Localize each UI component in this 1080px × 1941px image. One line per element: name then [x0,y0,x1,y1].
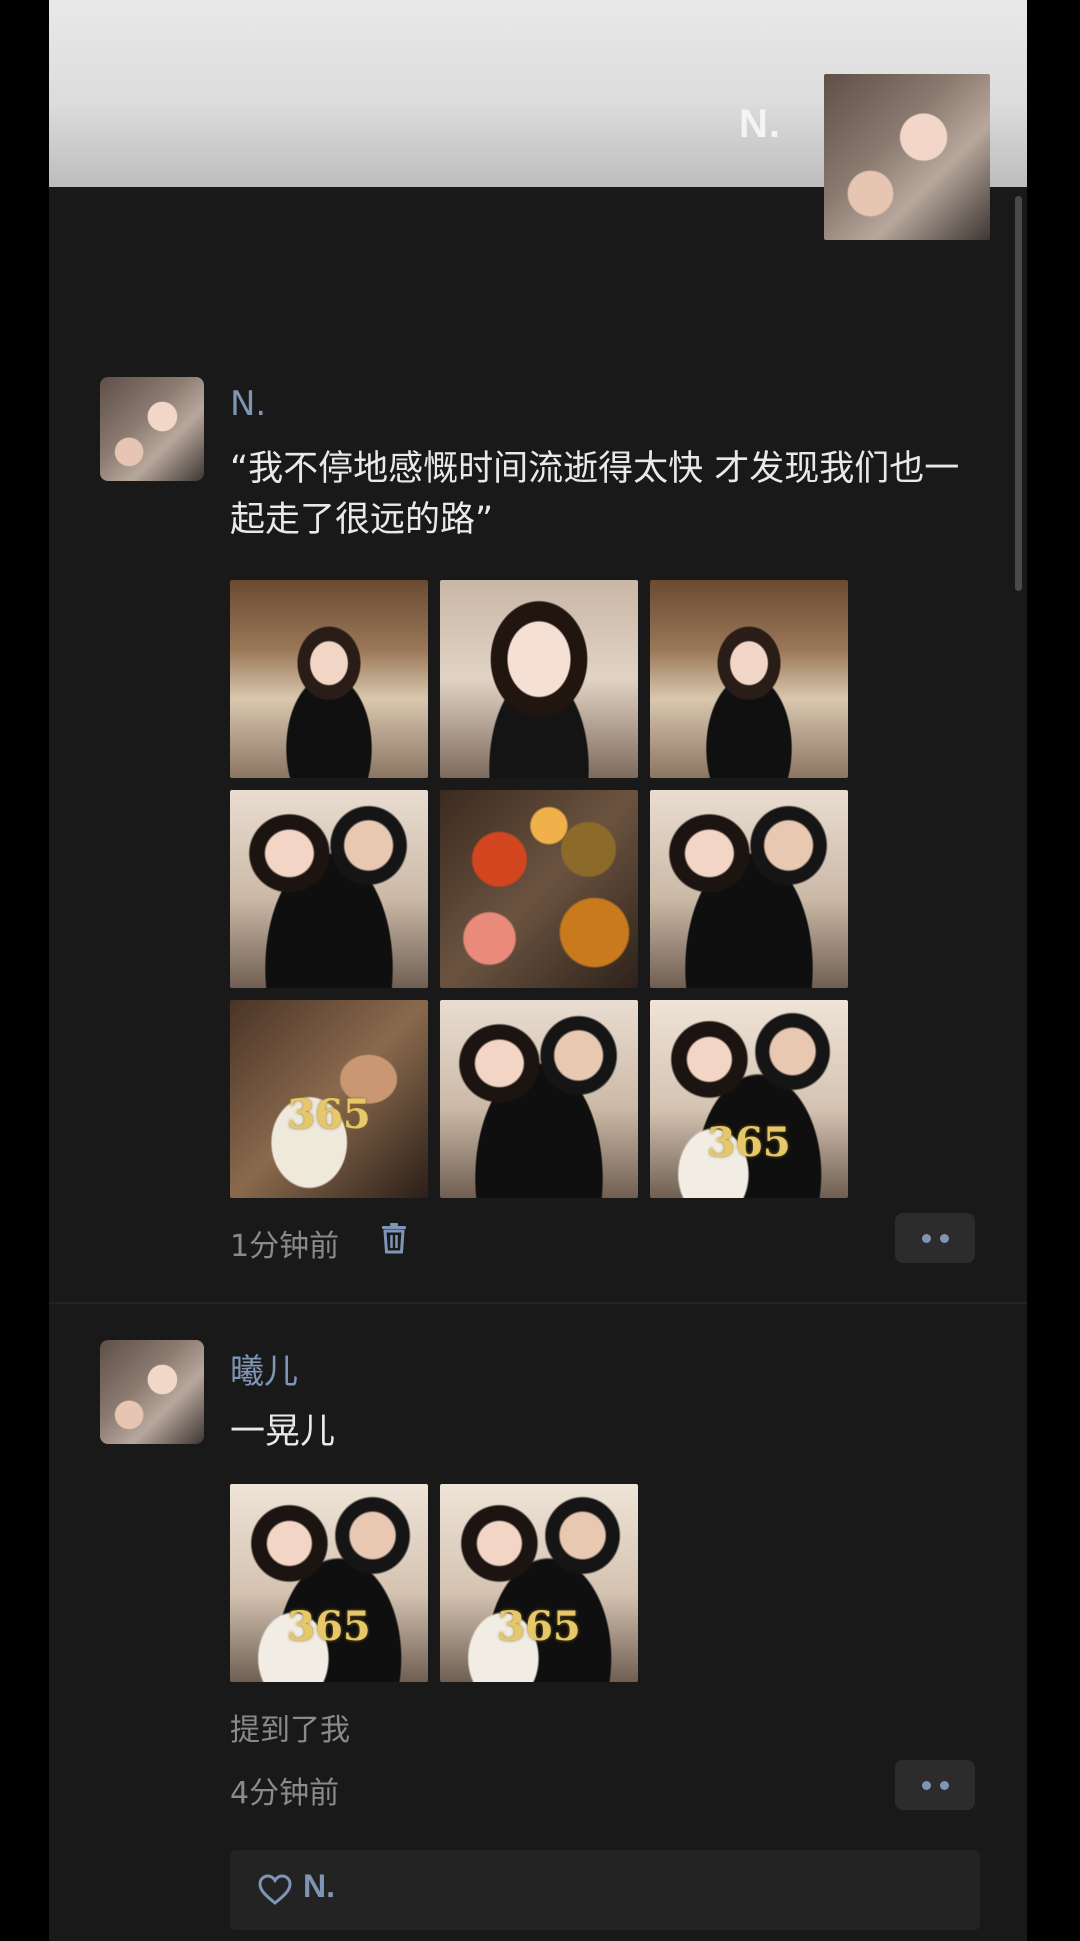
more-dots-icon[interactable] [895,1213,975,1263]
moments-screen: N. N. “我不停地感慨时间流逝得太快 才发现我们也一起走了很远的路” 365… [49,0,1027,1941]
mention-text: 提到了我 [230,1713,350,1748]
cake-candle-number: 365 [287,1091,371,1138]
post-text: 一晃儿 [230,1412,336,1452]
post-text: “我不停地感慨时间流逝得太快 才发现我们也一起走了很远的路” [230,449,960,540]
trash-icon[interactable] [379,1222,409,1254]
like-user-name[interactable]: N. [303,1868,335,1905]
photo-thumbnail[interactable] [440,790,638,988]
post-divider [49,1302,1027,1304]
photo-thumbnail[interactable]: 365 [230,1000,428,1198]
more-dots-icon[interactable] [895,1760,975,1810]
likes-bar: N. [230,1850,980,1930]
post-time: 4分钟前 [230,1776,340,1811]
photo-thumbnail[interactable] [650,790,848,988]
post-author[interactable]: 曦儿 [230,1344,298,1393]
post-author[interactable]: N. [230,384,266,424]
post-time: 1分钟前 [230,1229,340,1264]
scrollbar[interactable] [1015,196,1022,591]
post-avatar[interactable] [100,1340,204,1444]
post-avatar[interactable] [100,377,204,481]
photo-thumbnail[interactable] [440,1000,638,1198]
profile-avatar[interactable] [824,74,990,240]
photo-grid: 365 365 [230,580,848,1198]
photo-thumbnail[interactable] [230,790,428,988]
photo-thumbnail[interactable] [650,580,848,778]
photo-thumbnail[interactable]: 365 [650,1000,848,1198]
photo-grid: 365 365 [230,1484,848,1682]
photo-thumbnail[interactable]: 365 [230,1484,428,1682]
heart-outline-icon [258,1874,292,1905]
cake-candle-number: 365 [287,1603,371,1650]
photo-thumbnail[interactable] [230,580,428,778]
photo-thumbnail[interactable] [440,580,638,778]
photo-thumbnail[interactable]: 365 [440,1484,638,1682]
cover-name: N. [739,102,781,146]
cake-candle-number: 365 [497,1603,581,1650]
cake-candle-number: 365 [707,1119,791,1166]
